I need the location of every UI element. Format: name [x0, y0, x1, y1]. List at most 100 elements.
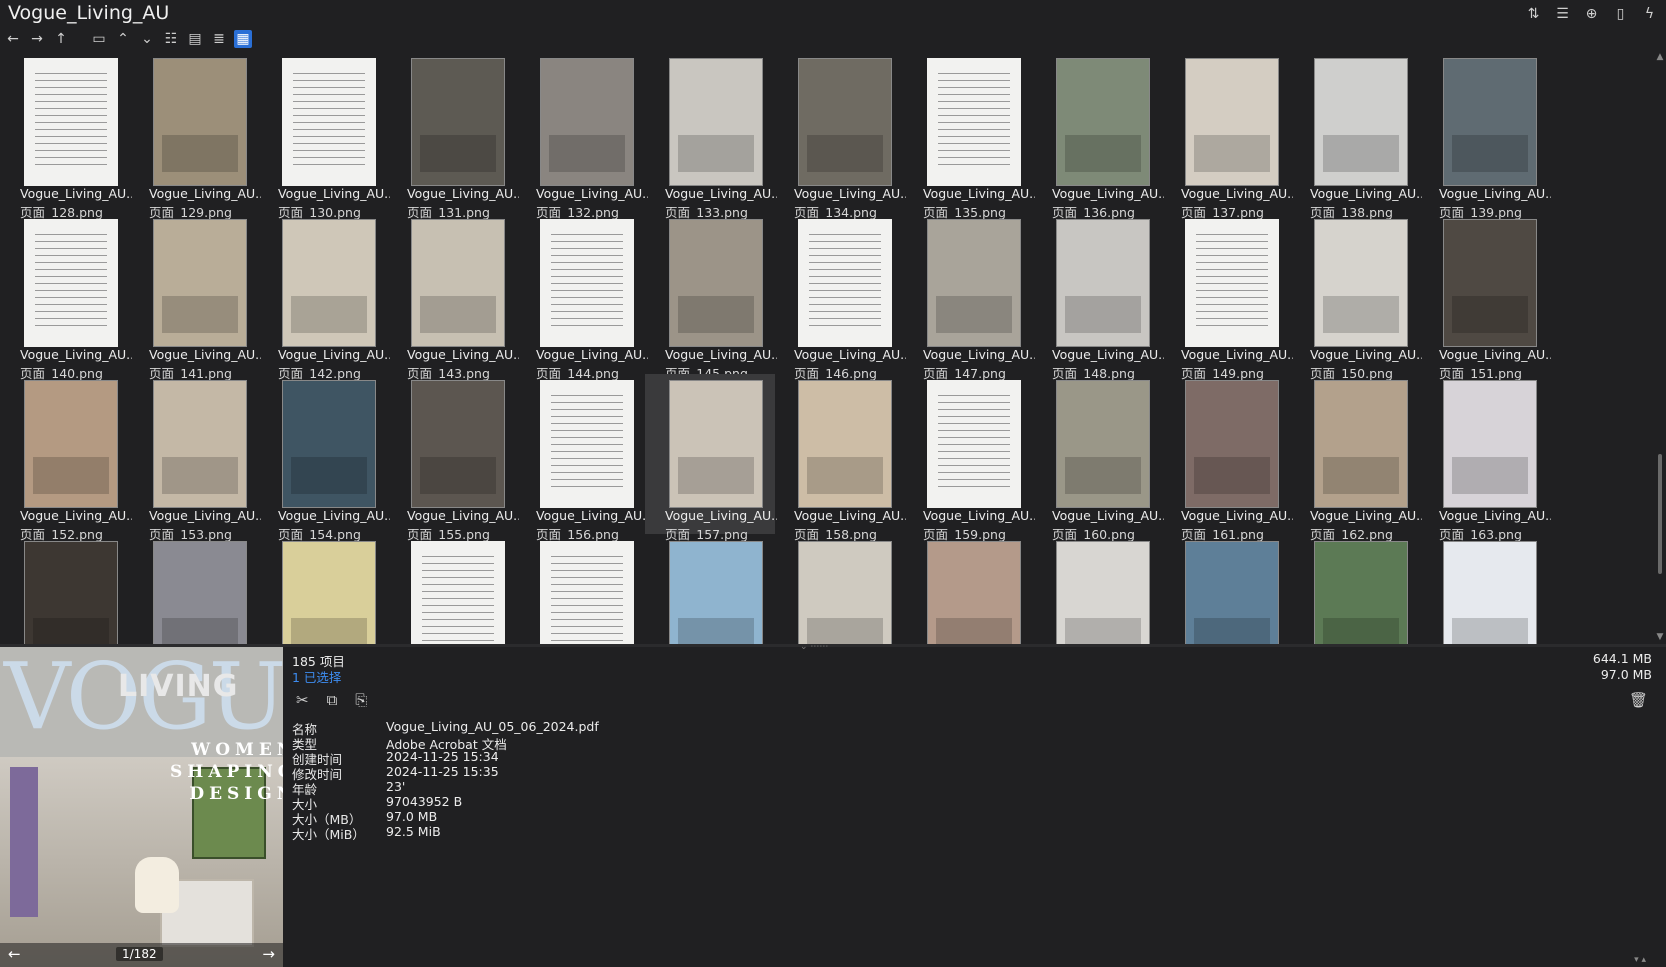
page-thumbnail — [24, 541, 118, 644]
details-view-icon[interactable]: ▤ — [186, 30, 204, 48]
file-name: Vogue_Living_AU... — [1310, 186, 1422, 201]
scroll-down-icon[interactable]: ▼ — [1654, 632, 1666, 644]
trash-icon[interactable]: 🗑 — [1629, 691, 1648, 709]
right-arrow-icon[interactable]: → — [262, 945, 275, 963]
property-row: 大小（MiB） 92.5 MiB — [292, 824, 599, 842]
total-size: 644.1 MB — [1592, 651, 1652, 666]
tree-view-icon[interactable]: ≣ — [210, 30, 228, 48]
thumbnail-item[interactable]: Vogue_Living_AU... 页面_154.png — [258, 374, 390, 542]
thumbnail-item[interactable] — [645, 535, 775, 644]
thumbnail-item[interactable]: Vogue_Living_AU... 页面_149.png — [1161, 213, 1293, 381]
thumbnail-item[interactable]: Vogue_Living_AU... 页面_135.png — [903, 52, 1035, 220]
file-name: Vogue_Living_AU... — [794, 508, 906, 523]
thumbnail-item[interactable]: Vogue_Living_AU... 页面_129.png — [129, 52, 261, 220]
chevron-down-icon[interactable]: ⌄ — [138, 30, 156, 48]
thumbnail-item[interactable]: Vogue_Living_AU... 页面_159.png — [903, 374, 1035, 542]
thumbnail-item[interactable]: Vogue_Living_AU... 页面_131.png — [387, 52, 519, 220]
thumbnail-item[interactable] — [903, 535, 1033, 644]
copy-icon[interactable]: ⧉ — [327, 691, 338, 709]
window-icon[interactable]: ▭ — [90, 30, 108, 48]
thumbnail-item[interactable]: Vogue_Living_AU... 页面_132.png — [516, 52, 648, 220]
thumbnail-item[interactable]: Vogue_Living_AU... 页面_140.png — [0, 213, 132, 381]
thumbnail-item[interactable]: Vogue_Living_AU... 页面_144.png — [516, 213, 648, 381]
thumbnail-item[interactable] — [1290, 535, 1420, 644]
thumbnail-item[interactable]: Vogue_Living_AU... 页面_141.png — [129, 213, 261, 381]
thumbnail-item[interactable]: Vogue_Living_AU... 页面_128.png — [0, 52, 132, 220]
page-thumbnail — [1185, 219, 1279, 347]
thumbnail-item[interactable]: Vogue_Living_AU... 页面_160.png — [1032, 374, 1164, 542]
list-view-icon[interactable]: ☷ — [162, 30, 180, 48]
thumbnail-item[interactable] — [1419, 535, 1549, 644]
cut-icon[interactable]: ✂ — [296, 691, 309, 709]
page-thumbnail — [927, 219, 1021, 347]
list-settings-icon[interactable]: ☰ — [1554, 6, 1571, 23]
file-name: Vogue_Living_AU... — [536, 186, 648, 201]
file-name: Vogue_Living_AU... — [1439, 347, 1551, 362]
thumbnail-item[interactable] — [774, 535, 904, 644]
property-row: 名称 Vogue_Living_AU_05_06_2024.pdf — [292, 719, 599, 737]
thumbnail-item[interactable] — [387, 535, 517, 644]
thumbnail-item[interactable]: Vogue_Living_AU... 页面_163.png — [1419, 374, 1551, 542]
forward-arrow-icon[interactable]: → — [28, 30, 46, 48]
thumbnail-item[interactable]: Vogue_Living_AU... 页面_133.png — [645, 52, 777, 220]
thumbnail-item[interactable]: Vogue_Living_AU... 页面_151.png — [1419, 213, 1551, 381]
thumbnail-item[interactable]: Vogue_Living_AU... 页面_161.png — [1161, 374, 1293, 542]
file-name: Vogue_Living_AU... — [1052, 508, 1164, 523]
thumbnail-item[interactable]: Vogue_Living_AU... 页面_130.png — [258, 52, 390, 220]
thumbnail-item[interactable] — [129, 535, 259, 644]
thumbnail-item[interactable]: Vogue_Living_AU... 页面_156.png — [516, 374, 648, 542]
file-name: Vogue_Living_AU... — [407, 186, 519, 201]
sort-icon[interactable]: ⇅ — [1525, 6, 1542, 23]
page-thumbnail — [1056, 541, 1150, 644]
thumbnail-item[interactable]: Vogue_Living_AU... 页面_155.png — [387, 374, 519, 542]
property-key: 大小（MB） — [292, 812, 362, 827]
thumbnail-item[interactable]: Vogue_Living_AU... 页面_134.png — [774, 52, 906, 220]
file-name: Vogue_Living_AU... — [536, 347, 648, 362]
thumbnail-item[interactable]: Vogue_Living_AU... 页面_139.png — [1419, 52, 1551, 220]
selected-count[interactable]: 1 已选择 — [292, 667, 341, 686]
thumbnail-item[interactable]: Vogue_Living_AU... 页面_153.png — [129, 374, 261, 542]
page-thumbnail — [798, 219, 892, 347]
thumbnail-item[interactable]: Vogue_Living_AU... 页面_152.png — [0, 374, 132, 542]
preview-page-indicator: 1/182 — [116, 947, 163, 961]
page-thumbnail — [798, 380, 892, 508]
vertical-scrollbar[interactable]: ▲ ▼ — [1654, 52, 1666, 644]
rename-icon[interactable]: ⎘ — [355, 691, 367, 709]
page-thumbnail — [927, 58, 1021, 186]
pdf-preview-pane[interactable]: VOGUE LIVING WOMENSHAPINGDESIGN ← 1/182 … — [0, 647, 283, 967]
grid-view-icon[interactable]: ▦ — [234, 30, 252, 48]
thumbnail-item[interactable]: Vogue_Living_AU... 页面_138.png — [1290, 52, 1422, 220]
thumbnail-item[interactable]: Vogue_Living_AU... 页面_143.png — [387, 213, 519, 381]
thumbnail-item[interactable] — [516, 535, 646, 644]
back-arrow-icon[interactable]: ← — [4, 30, 22, 48]
scroll-up-icon[interactable]: ▲ — [1654, 52, 1666, 64]
page-thumbnail — [153, 58, 247, 186]
lightning-icon[interactable]: ϟ — [1641, 6, 1658, 23]
thumbnail-item[interactable]: Vogue_Living_AU... 页面_136.png — [1032, 52, 1164, 220]
page-thumbnail — [411, 219, 505, 347]
chevron-up-icon[interactable]: ⌃ — [114, 30, 132, 48]
thumbnail-item[interactable] — [258, 535, 388, 644]
file-name: Vogue_Living_AU... — [407, 508, 519, 523]
thumbnail-item[interactable]: Vogue_Living_AU... 页面_158.png — [774, 374, 906, 542]
thumbnail-item[interactable] — [1032, 535, 1162, 644]
thumbnail-item[interactable]: Vogue_Living_AU... 页面_137.png — [1161, 52, 1293, 220]
thumbnail-item[interactable] — [0, 535, 130, 644]
thumbnail-item[interactable]: Vogue_Living_AU...页面_145.png — [645, 213, 777, 381]
left-arrow-icon[interactable]: ← — [8, 945, 21, 963]
thumbnail-item[interactable]: Vogue_Living_AU... 页面_162.png — [1290, 374, 1422, 542]
thumbnail-item[interactable]: Vogue_Living_AU... 页面_142.png — [258, 213, 390, 381]
thumbnail-item[interactable]: Vogue_Living_AU... 页面_147.png — [903, 213, 1035, 381]
clipboard-icon[interactable]: ▯ — [1612, 6, 1629, 23]
thumbnail-item[interactable]: Vogue_Living_AU... 页面_148.png — [1032, 213, 1164, 381]
add-circle-icon[interactable]: ⊕ — [1583, 6, 1600, 23]
file-name: Vogue_Living_AU... — [1181, 508, 1293, 523]
up-arrow-icon[interactable]: ↑ — [52, 30, 70, 48]
thumbnail-item[interactable] — [1161, 535, 1291, 644]
thumbnail-item[interactable]: Vogue_Living_AU... 页面_150.png — [1290, 213, 1422, 381]
page-thumbnail — [24, 58, 118, 186]
thumbnail-item[interactable]: Vogue_Living_AU... 页面_146.png — [774, 213, 906, 381]
page-thumbnail — [1443, 58, 1537, 186]
thumbnail-item[interactable]: Vogue_Living_AU... 页面_157.png — [645, 374, 777, 542]
scrollbar-thumb[interactable] — [1658, 454, 1662, 574]
